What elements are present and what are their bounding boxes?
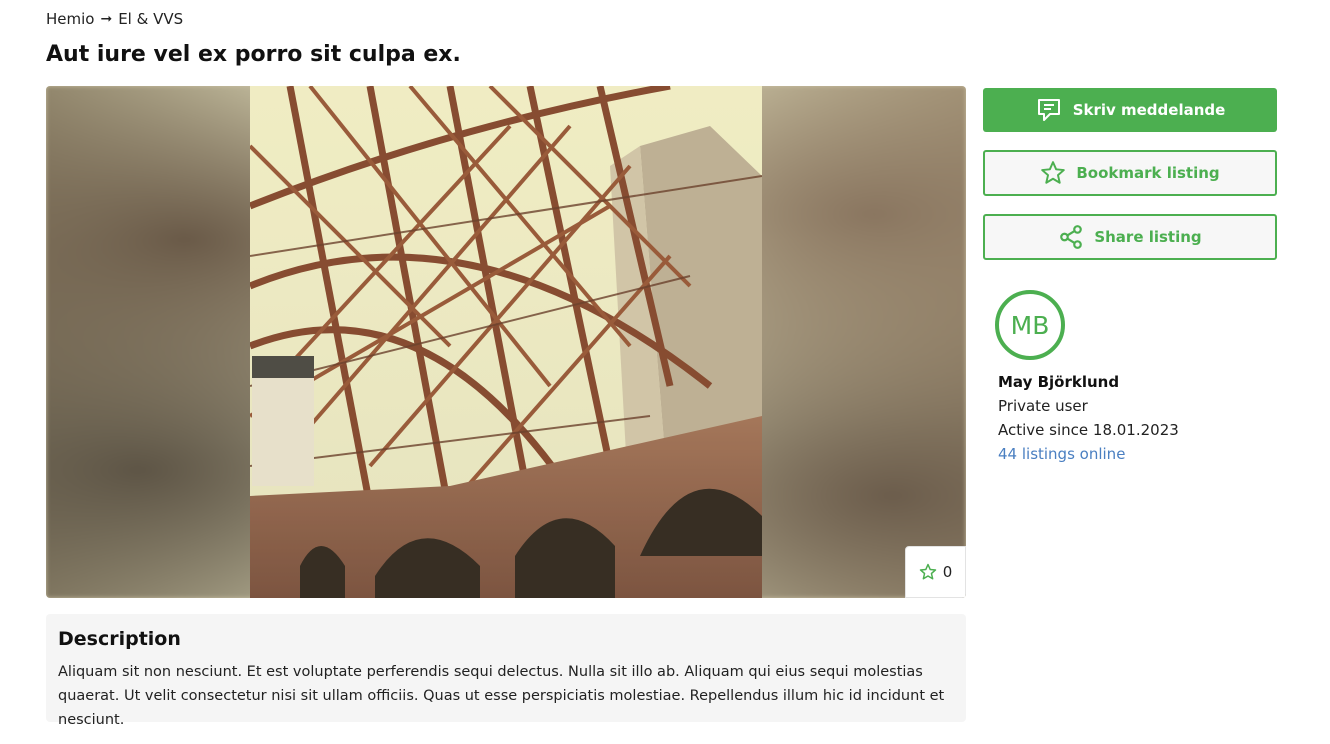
seller-listings-link[interactable]: 44 listings online xyxy=(998,442,1275,466)
star-icon xyxy=(1041,161,1066,184)
description-heading: Description xyxy=(58,628,181,650)
bookmark-label: Bookmark listing xyxy=(1076,164,1220,182)
share-icon xyxy=(1060,225,1083,249)
image-gallery[interactable]: 0 xyxy=(46,86,966,598)
description-text: Aliquam sit non nesciunt. Et est volupta… xyxy=(58,664,945,728)
breadcrumb: Hemio ➞ El & VVS xyxy=(46,10,183,28)
seller-card: MB May Björklund Private user Active sin… xyxy=(995,290,1275,466)
chat-icon xyxy=(1037,99,1060,121)
send-message-label: Skriv meddelande xyxy=(1072,101,1226,119)
seller-active-since: Active since 18.01.2023 xyxy=(998,421,1179,439)
star-outline-icon xyxy=(919,563,936,580)
breadcrumb-category[interactable]: El & VVS xyxy=(118,10,183,28)
share-button[interactable]: Share listing xyxy=(983,214,1277,260)
description-panel: Description Aliquam sit non nesciunt. Et… xyxy=(46,614,966,728)
favorite-count: 0 xyxy=(942,563,953,581)
send-message-button[interactable]: Skriv meddelande xyxy=(983,88,1277,132)
avatar[interactable]: MB xyxy=(995,290,1065,360)
favorite-button[interactable]: 0 xyxy=(905,546,966,598)
seller-name: May Björklund xyxy=(998,373,1120,391)
listing-photo[interactable] xyxy=(250,86,762,598)
breadcrumb-separator: ➞ xyxy=(100,11,113,27)
page-title: Aut iure vel ex porro sit culpa ex. xyxy=(46,42,461,67)
share-label: Share listing xyxy=(1094,228,1202,246)
bookmark-button[interactable]: Bookmark listing xyxy=(983,150,1277,196)
seller-type: Private user xyxy=(998,397,1088,415)
breadcrumb-root[interactable]: Hemio xyxy=(46,10,94,28)
